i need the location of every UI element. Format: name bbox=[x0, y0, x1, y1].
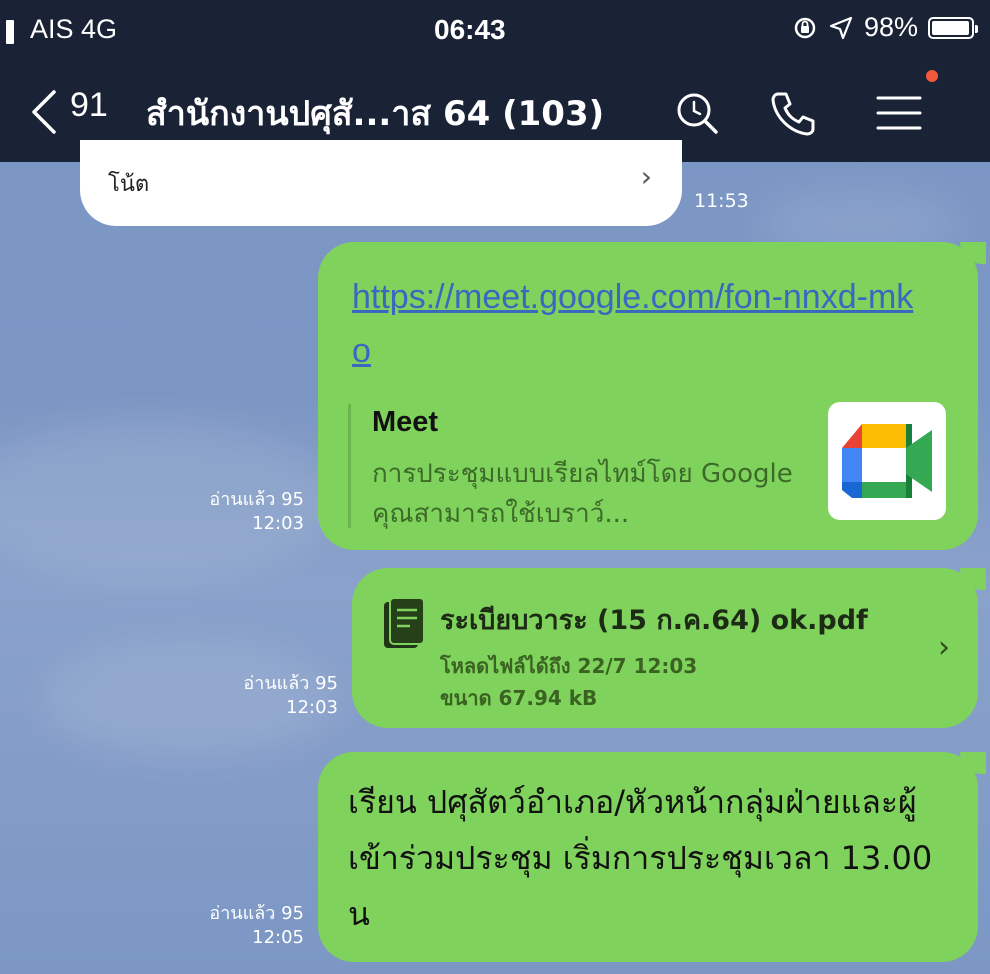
preview-description: การประชุมแบบเรียลไทม์โดย Google คุณสามาร… bbox=[372, 459, 793, 529]
message-time: 12:03 bbox=[286, 697, 338, 718]
carrier-label: AIS 4G bbox=[30, 14, 118, 44]
file-name: ระเบียบวาระ (15 ก.ค.64) ok.pdf bbox=[440, 605, 868, 636]
chevron-left-icon[interactable] bbox=[26, 88, 66, 136]
file-message-bubble[interactable]: ระเบียบวาระ (15 ก.ค.64) ok.pdf โหลดไฟล์ไ… bbox=[352, 568, 986, 728]
document-icon bbox=[384, 597, 425, 648]
status-time: 06:43 bbox=[434, 14, 506, 45]
bubble-tail bbox=[960, 568, 986, 590]
unread-count[interactable]: 91 bbox=[70, 86, 108, 125]
bubble-tail bbox=[960, 242, 986, 264]
link-message-bubble[interactable]: https://meet.google.com/fon-nnxd-mko Mee… bbox=[318, 242, 986, 550]
notification-dot bbox=[926, 70, 938, 82]
chat-screen: AIS 4G 06:43 98% 91 สำนักงานปศุสั...าส 6… bbox=[0, 0, 990, 974]
search-icon[interactable] bbox=[670, 86, 724, 140]
battery-percent: 98% bbox=[863, 12, 918, 42]
read-receipt: อ่านแล้ว 95 bbox=[243, 673, 338, 694]
read-receipt: อ่านแล้ว 95 bbox=[209, 489, 304, 510]
google-meet-logo-icon[interactable] bbox=[828, 402, 946, 520]
location-arrow-icon bbox=[829, 16, 853, 39]
message-time: 12:03 bbox=[252, 513, 304, 534]
file-size: ขนาด 67.94 kB bbox=[440, 686, 598, 710]
preview-divider bbox=[348, 404, 351, 528]
orientation-lock-icon bbox=[794, 17, 816, 38]
previous-message-bubble[interactable]: โน้ต › bbox=[80, 140, 682, 226]
message-meta: อ่านแล้ว 95 12:03 bbox=[209, 488, 304, 536]
text-message-bubble[interactable]: เรียน ปศุสัตว์อำเภอ/หัวหน้ากลุ่มฝ่ายและผ… bbox=[318, 752, 986, 962]
message-meta: อ่านแล้ว 95 12:03 bbox=[243, 672, 338, 720]
status-bar: AIS 4G 06:43 98% bbox=[0, 0, 990, 62]
read-receipt: อ่านแล้ว 95 bbox=[209, 903, 304, 924]
bubble-tail bbox=[960, 752, 986, 774]
google-meet-logo-graphic bbox=[842, 424, 932, 498]
preview-title: Meet bbox=[372, 406, 439, 438]
battery-level bbox=[932, 20, 970, 35]
signal-icon bbox=[6, 20, 14, 44]
message-time: 12:05 bbox=[252, 927, 304, 948]
phone-icon[interactable] bbox=[766, 86, 820, 140]
battery-icon bbox=[928, 16, 978, 39]
file-expiry: โหลดไฟล์ได้ถึง 22/7 12:03 bbox=[440, 654, 698, 678]
message-meta: อ่านแล้ว 95 12:05 bbox=[209, 902, 304, 950]
chevron-right-icon: › bbox=[640, 160, 652, 193]
battery-cap bbox=[975, 24, 978, 33]
status-right: 98% bbox=[792, 12, 978, 43]
note-label: โน้ต bbox=[108, 172, 150, 197]
message-time: 11:53 bbox=[694, 190, 749, 212]
message-text: เรียน ปศุสัตว์อำเภอ/หัวหน้ากลุ่มฝ่ายและผ… bbox=[348, 783, 933, 933]
chat-title[interactable]: สำนักงานปศุสั...าส 64 (103) bbox=[146, 86, 604, 140]
menu-icon[interactable] bbox=[872, 86, 926, 140]
meet-link[interactable]: https://meet.google.com/fon-nnxd-mko bbox=[352, 270, 932, 378]
chevron-right-icon: › bbox=[938, 630, 950, 665]
